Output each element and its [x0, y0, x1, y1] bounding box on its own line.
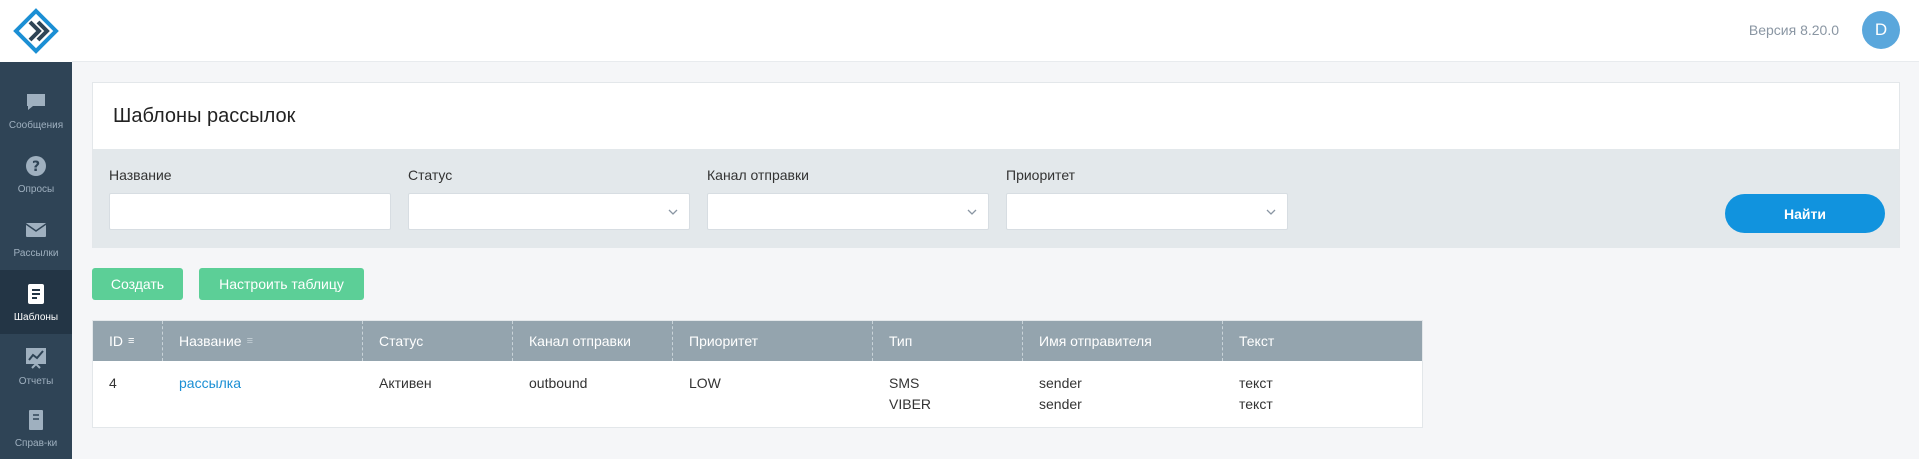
sidebar-item-label: Рассылки	[13, 247, 59, 259]
cell-status: Активен	[379, 375, 432, 391]
chevron-down-icon	[967, 209, 977, 215]
column-header-label: Название	[179, 333, 242, 349]
filter-priority: Приоритет	[1006, 167, 1288, 230]
name-input[interactable]	[109, 193, 391, 230]
column-header-id[interactable]: ID ≡	[93, 321, 163, 361]
filter-channel: Канал отправки	[707, 167, 989, 230]
column-header-type[interactable]: Тип	[873, 321, 1023, 361]
channel-select[interactable]	[707, 193, 989, 230]
version-label: Версия 8.20.0	[1748, 22, 1839, 38]
text-value: текст	[1239, 375, 1273, 391]
filter-panel: Шаблоны рассылок Название Статус Канал о…	[92, 82, 1900, 248]
type-value: VIBER	[889, 396, 932, 412]
cell-text: текст текст	[1223, 373, 1273, 415]
sidebar: Сообщения ? Опросы Рассылки Шаблоны Отче…	[0, 0, 72, 459]
column-header-label: ID	[109, 333, 123, 349]
filter-status: Статус	[408, 167, 690, 230]
cell-sender: sender sender	[1023, 373, 1082, 415]
sender-value: sender	[1039, 396, 1082, 412]
filter-status-label: Статус	[408, 167, 453, 183]
cell-priority: LOW	[689, 375, 721, 391]
table-header: ID ≡ Название ≡ Статус Канал отправки Пр…	[93, 321, 1422, 361]
column-header-priority[interactable]: Приоритет	[673, 321, 873, 361]
sidebar-item-label: Шаблоны	[13, 311, 59, 323]
filter-priority-label: Приоритет	[1006, 167, 1076, 183]
text-value: текст	[1239, 396, 1273, 412]
question-icon: ?	[24, 154, 48, 178]
sidebar-item-label: Опросы	[17, 183, 55, 195]
template-name-link[interactable]: рассылка	[179, 375, 241, 391]
chat-icon	[24, 90, 48, 114]
logo-icon	[13, 8, 59, 54]
sidebar-item-references[interactable]: Справ-ки	[0, 396, 72, 459]
sidebar-item-templates[interactable]: Шаблоны	[0, 270, 72, 334]
column-header-name[interactable]: Название ≡	[163, 321, 363, 361]
avatar[interactable]: D	[1862, 11, 1900, 49]
status-select[interactable]	[408, 193, 690, 230]
filter-channel-label: Канал отправки	[707, 167, 809, 183]
column-header-status[interactable]: Статус	[363, 321, 513, 361]
filter-name-label: Название	[109, 167, 172, 183]
sidebar-item-messages[interactable]: Сообщения	[0, 78, 72, 142]
sidebar-item-reports[interactable]: Отчеты	[0, 334, 72, 398]
sidebar-item-polls[interactable]: ? Опросы	[0, 142, 72, 206]
sort-icon[interactable]: ≡	[128, 335, 134, 347]
svg-text:?: ?	[32, 159, 40, 175]
top-bar: Версия 8.20.0 D	[72, 0, 1919, 62]
configure-table-button[interactable]: Настроить таблицу	[199, 268, 364, 300]
filters-bar: Название Статус Канал отправки Приоритет	[93, 149, 1899, 248]
type-value: SMS	[889, 375, 920, 391]
column-header-channel[interactable]: Канал отправки	[513, 321, 673, 361]
sidebar-item-label: Отчеты	[18, 375, 54, 387]
column-header-text[interactable]: Текст	[1223, 321, 1422, 361]
logo[interactable]	[0, 0, 72, 62]
page-title: Шаблоны рассылок	[113, 105, 296, 127]
cell-id: 4	[109, 375, 117, 391]
cell-type: SMS VIBER	[873, 373, 931, 415]
report-icon	[24, 346, 48, 370]
chevron-down-icon	[1266, 209, 1276, 215]
sidebar-item-label: Справ-ки	[14, 437, 58, 449]
sort-icon[interactable]: ≡	[247, 335, 253, 347]
envelope-icon	[24, 218, 48, 242]
cell-channel: outbound	[529, 375, 588, 391]
cell-name: рассылка	[163, 373, 241, 394]
sidebar-item-mailings[interactable]: Рассылки	[0, 206, 72, 270]
filter-name: Название	[109, 167, 391, 230]
column-header-sender[interactable]: Имя отправителя	[1023, 321, 1223, 361]
chevron-down-icon	[668, 209, 678, 215]
template-icon	[24, 282, 48, 306]
priority-select[interactable]	[1006, 193, 1288, 230]
sender-value: sender	[1039, 375, 1082, 391]
find-button[interactable]: Найти	[1725, 194, 1885, 233]
create-button[interactable]: Создать	[92, 268, 183, 300]
book-icon	[24, 408, 48, 432]
templates-table: ID ≡ Название ≡ Статус Канал отправки Пр…	[92, 320, 1423, 428]
sidebar-item-label: Сообщения	[8, 119, 64, 131]
